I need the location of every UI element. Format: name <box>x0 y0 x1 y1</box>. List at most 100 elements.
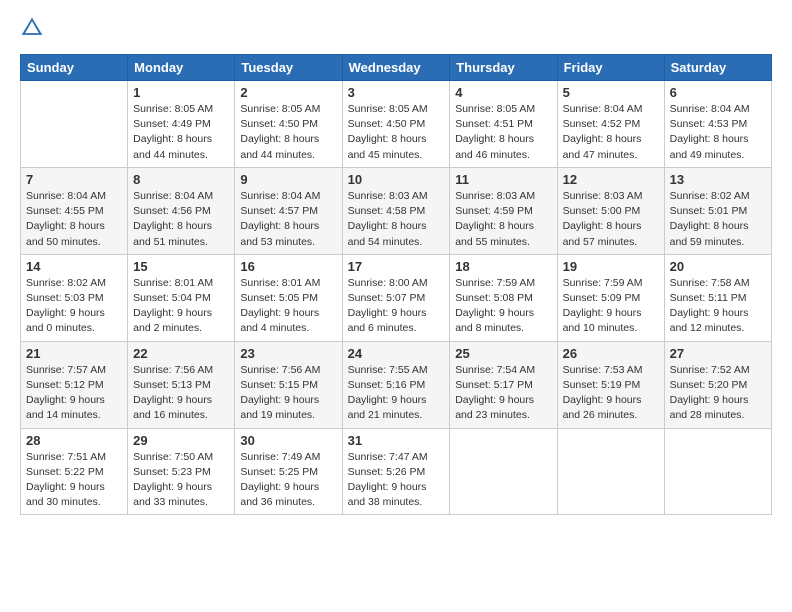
day-info: Sunrise: 8:03 AM Sunset: 4:58 PM Dayligh… <box>348 189 445 250</box>
calendar-cell: 4Sunrise: 8:05 AM Sunset: 4:51 PM Daylig… <box>450 81 557 168</box>
calendar-cell: 7 Sunrise: 8:04 AM Sunset: 4:55 PM Daylig… <box>21 167 128 254</box>
calendar-cell: 8 Sunrise: 8:04 AM Sunset: 4:56 PM Daylig… <box>128 167 235 254</box>
day-info: Sunrise: 8:00 AM Sunset: 5:07 PM Dayligh… <box>348 276 445 337</box>
day-number: 10 <box>348 172 445 187</box>
calendar-cell: 6Sunrise: 8:04 AM Sunset: 4:53 PM Daylig… <box>664 81 771 168</box>
calendar-cell: 12 Sunrise: 8:03 AM Sunset: 5:00 PM Dayli… <box>557 167 664 254</box>
day-info: Sunrise: 7:53 AM Sunset: 5:19 PM Dayligh… <box>563 363 659 424</box>
day-info: Sunrise: 7:56 AM Sunset: 5:15 PM Dayligh… <box>240 363 336 424</box>
day-info: Sunrise: 7:49 AM Sunset: 5:25 PM Dayligh… <box>240 450 336 511</box>
day-number: 18 <box>455 259 551 274</box>
day-info: Sunrise: 8:05 AM Sunset: 4:50 PM Dayligh… <box>348 102 445 163</box>
day-header-friday: Friday <box>557 55 664 81</box>
day-number: 31 <box>348 433 445 448</box>
calendar-cell: 5 Sunrise: 8:04 AM Sunset: 4:52 PM Daylig… <box>557 81 664 168</box>
page-header <box>20 16 772 42</box>
calendar-cell: 15 Sunrise: 8:01 AM Sunset: 5:04 PM Dayli… <box>128 254 235 341</box>
calendar-cell <box>450 428 557 515</box>
calendar-cell <box>664 428 771 515</box>
day-number: 20 <box>670 259 766 274</box>
day-number: 14 <box>26 259 122 274</box>
day-info: Sunrise: 7:52 AM Sunset: 5:20 PM Dayligh… <box>670 363 766 424</box>
day-header-monday: Monday <box>128 55 235 81</box>
day-info: Sunrise: 8:02 AM Sunset: 5:03 PM Dayligh… <box>26 276 122 337</box>
day-number: 16 <box>240 259 336 274</box>
calendar-cell: 13 Sunrise: 8:02 AM Sunset: 5:01 PM Dayli… <box>664 167 771 254</box>
day-info: Sunrise: 7:47 AM Sunset: 5:26 PM Dayligh… <box>348 450 445 511</box>
calendar-cell: 18 Sunrise: 7:59 AM Sunset: 5:08 PM Dayli… <box>450 254 557 341</box>
calendar-cell: 28Sunrise: 7:51 AM Sunset: 5:22 PM Dayli… <box>21 428 128 515</box>
calendar-cell: 16 Sunrise: 8:01 AM Sunset: 5:05 PM Dayli… <box>235 254 342 341</box>
day-number: 11 <box>455 172 551 187</box>
day-info: Sunrise: 8:04 AM Sunset: 4:52 PM Dayligh… <box>563 102 659 163</box>
day-info: Sunrise: 8:05 AM Sunset: 4:49 PM Dayligh… <box>133 102 229 163</box>
calendar-cell: 23 Sunrise: 7:56 AM Sunset: 5:15 PM Dayli… <box>235 341 342 428</box>
calendar-week-row: 14 Sunrise: 8:02 AM Sunset: 5:03 PM Dayli… <box>21 254 772 341</box>
calendar-cell: 3 Sunrise: 8:05 AM Sunset: 4:50 PM Daylig… <box>342 81 450 168</box>
day-number: 7 <box>26 172 122 187</box>
day-number: 26 <box>563 346 659 361</box>
day-header-tuesday: Tuesday <box>235 55 342 81</box>
calendar-header-row: SundayMondayTuesdayWednesdayThursdayFrid… <box>21 55 772 81</box>
day-number: 29 <box>133 433 229 448</box>
day-info: Sunrise: 8:05 AM Sunset: 4:51 PM Dayligh… <box>455 102 551 163</box>
day-number: 13 <box>670 172 766 187</box>
day-info: Sunrise: 8:01 AM Sunset: 5:04 PM Dayligh… <box>133 276 229 337</box>
day-number: 30 <box>240 433 336 448</box>
calendar: SundayMondayTuesdayWednesdayThursdayFrid… <box>20 54 772 515</box>
day-info: Sunrise: 7:57 AM Sunset: 5:12 PM Dayligh… <box>26 363 122 424</box>
day-info: Sunrise: 8:02 AM Sunset: 5:01 PM Dayligh… <box>670 189 766 250</box>
day-header-sunday: Sunday <box>21 55 128 81</box>
calendar-cell: 26 Sunrise: 7:53 AM Sunset: 5:19 PM Dayli… <box>557 341 664 428</box>
calendar-week-row: 7 Sunrise: 8:04 AM Sunset: 4:55 PM Daylig… <box>21 167 772 254</box>
calendar-cell: 31 Sunrise: 7:47 AM Sunset: 5:26 PM Dayli… <box>342 428 450 515</box>
day-number: 21 <box>26 346 122 361</box>
day-info: Sunrise: 7:55 AM Sunset: 5:16 PM Dayligh… <box>348 363 445 424</box>
day-info: Sunrise: 8:01 AM Sunset: 5:05 PM Dayligh… <box>240 276 336 337</box>
calendar-cell: 11 Sunrise: 8:03 AM Sunset: 4:59 PM Dayli… <box>450 167 557 254</box>
calendar-cell <box>557 428 664 515</box>
day-number: 8 <box>133 172 229 187</box>
calendar-cell: 22 Sunrise: 7:56 AM Sunset: 5:13 PM Dayli… <box>128 341 235 428</box>
day-number: 2 <box>240 85 336 100</box>
day-number: 6 <box>670 85 766 100</box>
day-number: 5 <box>563 85 659 100</box>
day-info: Sunrise: 7:56 AM Sunset: 5:13 PM Dayligh… <box>133 363 229 424</box>
day-header-thursday: Thursday <box>450 55 557 81</box>
calendar-cell: 17 Sunrise: 8:00 AM Sunset: 5:07 PM Dayli… <box>342 254 450 341</box>
day-info: Sunrise: 7:58 AM Sunset: 5:11 PM Dayligh… <box>670 276 766 337</box>
day-info: Sunrise: 7:54 AM Sunset: 5:17 PM Dayligh… <box>455 363 551 424</box>
day-number: 3 <box>348 85 445 100</box>
calendar-cell: 29Sunrise: 7:50 AM Sunset: 5:23 PM Dayli… <box>128 428 235 515</box>
day-info: Sunrise: 8:05 AM Sunset: 4:50 PM Dayligh… <box>240 102 336 163</box>
calendar-cell: 21 Sunrise: 7:57 AM Sunset: 5:12 PM Dayli… <box>21 341 128 428</box>
day-number: 27 <box>670 346 766 361</box>
calendar-cell: 27 Sunrise: 7:52 AM Sunset: 5:20 PM Dayli… <box>664 341 771 428</box>
day-info: Sunrise: 8:03 AM Sunset: 5:00 PM Dayligh… <box>563 189 659 250</box>
calendar-cell: 1 Sunrise: 8:05 AM Sunset: 4:49 PM Daylig… <box>128 81 235 168</box>
calendar-week-row: 21 Sunrise: 7:57 AM Sunset: 5:12 PM Dayli… <box>21 341 772 428</box>
logo-icon <box>20 16 44 40</box>
calendar-week-row: 1 Sunrise: 8:05 AM Sunset: 4:49 PM Daylig… <box>21 81 772 168</box>
day-number: 23 <box>240 346 336 361</box>
day-info: Sunrise: 7:59 AM Sunset: 5:09 PM Dayligh… <box>563 276 659 337</box>
day-info: Sunrise: 8:03 AM Sunset: 4:59 PM Dayligh… <box>455 189 551 250</box>
day-info: Sunrise: 8:04 AM Sunset: 4:55 PM Dayligh… <box>26 189 122 250</box>
calendar-cell: 9 Sunrise: 8:04 AM Sunset: 4:57 PM Daylig… <box>235 167 342 254</box>
day-number: 12 <box>563 172 659 187</box>
calendar-week-row: 28Sunrise: 7:51 AM Sunset: 5:22 PM Dayli… <box>21 428 772 515</box>
calendar-cell: 20 Sunrise: 7:58 AM Sunset: 5:11 PM Dayli… <box>664 254 771 341</box>
day-info: Sunrise: 7:51 AM Sunset: 5:22 PM Dayligh… <box>26 450 122 511</box>
day-info: Sunrise: 8:04 AM Sunset: 4:56 PM Dayligh… <box>133 189 229 250</box>
day-number: 24 <box>348 346 445 361</box>
day-number: 1 <box>133 85 229 100</box>
day-info: Sunrise: 7:59 AM Sunset: 5:08 PM Dayligh… <box>455 276 551 337</box>
day-number: 17 <box>348 259 445 274</box>
day-number: 9 <box>240 172 336 187</box>
calendar-cell: 2 Sunrise: 8:05 AM Sunset: 4:50 PM Daylig… <box>235 81 342 168</box>
day-info: Sunrise: 8:04 AM Sunset: 4:57 PM Dayligh… <box>240 189 336 250</box>
day-number: 22 <box>133 346 229 361</box>
day-number: 15 <box>133 259 229 274</box>
day-number: 19 <box>563 259 659 274</box>
calendar-cell <box>21 81 128 168</box>
